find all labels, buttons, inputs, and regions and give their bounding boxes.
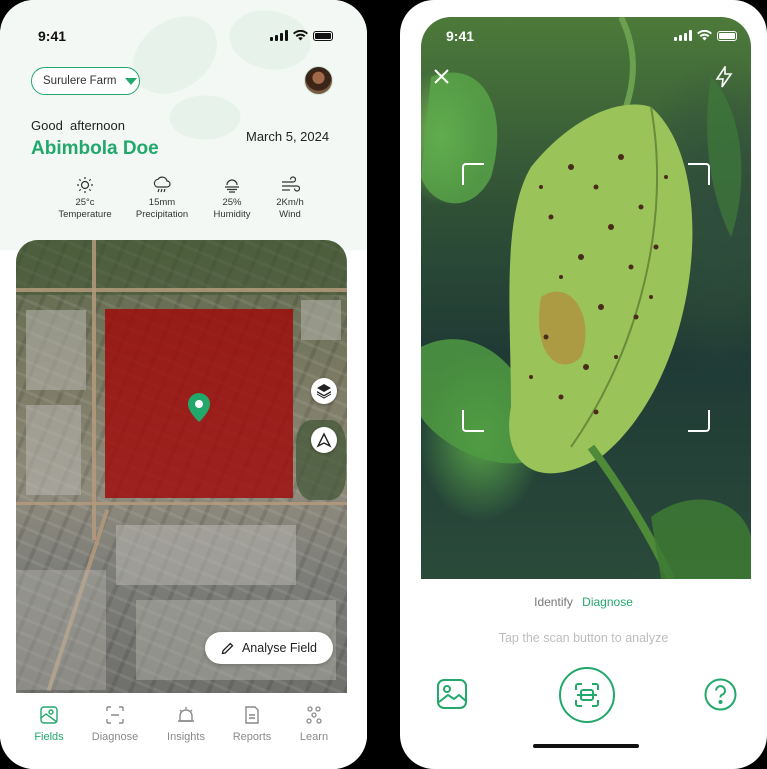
diagnose-icon <box>106 706 124 724</box>
weather-precipitation: 15mm Precipitation <box>127 176 197 221</box>
tab-diagnose[interactable]: Diagnose <box>582 595 633 609</box>
wifi-icon <box>293 30 308 41</box>
weather-wind: 2Km/h Wind <box>255 176 325 221</box>
camera-viewfinder: 9:41 <box>421 17 751 579</box>
close-icon[interactable] <box>433 68 450 85</box>
farm-selector[interactable]: Surulere Farm <box>31 67 140 95</box>
layers-icon <box>316 384 332 399</box>
gallery-icon[interactable] <box>436 678 468 710</box>
learn-icon <box>306 706 322 724</box>
home-indicator <box>533 744 639 748</box>
scan-icon <box>575 683 599 707</box>
temperature-label: Temperature <box>58 209 112 220</box>
help-icon[interactable] <box>704 678 737 711</box>
scan-frame-corner <box>688 410 710 432</box>
precipitation-value: 15mm <box>148 197 176 208</box>
battery-icon <box>313 30 333 41</box>
layers-button[interactable] <box>311 378 337 404</box>
signal-icon <box>674 30 692 41</box>
analyse-field-button[interactable]: Analyse Field <box>205 632 333 664</box>
greeting: Good afternoon <box>31 118 125 133</box>
chevron-down-icon <box>124 77 137 85</box>
sun-icon <box>77 177 93 193</box>
analyse-field-label: Analyse Field <box>241 641 318 655</box>
avatar[interactable] <box>304 66 333 95</box>
pencil-icon <box>221 642 234 654</box>
date: March 5, 2024 <box>246 129 330 144</box>
map-buildings <box>26 310 86 390</box>
nav-item-insights[interactable]: Insights <box>156 705 216 743</box>
location-pin-icon[interactable] <box>187 393 211 423</box>
humidity-icon <box>225 179 239 193</box>
diagnose-screen: 9:41 Identify Diagnose Tap the scan butt… <box>400 0 767 769</box>
field-map[interactable] <box>16 240 347 693</box>
precipitation-label: Precipitation <box>135 209 189 220</box>
navigation-arrow-icon <box>316 432 332 448</box>
map-buildings <box>16 570 106 690</box>
nav-item-diagnose[interactable]: Diagnose <box>85 705 145 743</box>
temperature-value: 25°c <box>75 197 95 208</box>
user-name: Abimbola Doe <box>31 138 159 159</box>
wind-label: Wind <box>279 209 301 220</box>
cloud-rain-icon <box>153 176 171 193</box>
insights-icon <box>178 707 194 722</box>
fields-icon <box>40 706 58 724</box>
status-bar: 9:41 <box>421 22 751 52</box>
wind-icon <box>282 176 300 192</box>
map-road <box>92 240 96 540</box>
map-road <box>16 502 347 505</box>
map-buildings <box>301 300 341 340</box>
tab-identify[interactable]: Identify <box>534 595 573 609</box>
reports-icon <box>245 706 259 724</box>
signal-icon <box>270 30 288 41</box>
home-screen: 9:41 Surulere Farm Good afternoon Abimbo… <box>0 0 367 769</box>
map-buildings <box>26 405 81 495</box>
flash-icon[interactable] <box>714 66 734 88</box>
scan-hint: Tap the scan button to analyze <box>498 631 669 645</box>
wifi-icon <box>697 30 712 41</box>
nav-item-fields[interactable]: Fields <box>19 705 79 743</box>
farm-selector-label: Surulere Farm <box>43 75 117 87</box>
map-buildings <box>116 525 296 585</box>
map-vegetation <box>16 240 346 295</box>
weather-temperature: 25°c Temperature <box>50 176 120 221</box>
scan-frame-corner <box>688 163 710 185</box>
nav-item-learn[interactable]: Learn <box>284 705 344 743</box>
navigate-button[interactable] <box>311 427 337 453</box>
scan-frame-corner <box>462 410 484 432</box>
nav-item-reports[interactable]: Reports <box>222 705 282 743</box>
battery-icon <box>717 30 737 41</box>
status-time: 9:41 <box>38 28 67 44</box>
status-bar: 9:41 <box>0 22 367 52</box>
map-road <box>16 288 347 292</box>
bottom-nav: Fields Diagnose Insights Reports Learn <box>0 693 367 769</box>
scan-button[interactable] <box>559 667 615 723</box>
wind-value: 2Km/h <box>276 197 304 208</box>
scan-mode-tabs: Identify Diagnose <box>400 595 767 609</box>
plant-leaf-image <box>421 17 751 579</box>
leaf-decoration <box>166 89 244 146</box>
scan-frame-corner <box>462 163 484 185</box>
status-time: 9:41 <box>446 28 475 44</box>
